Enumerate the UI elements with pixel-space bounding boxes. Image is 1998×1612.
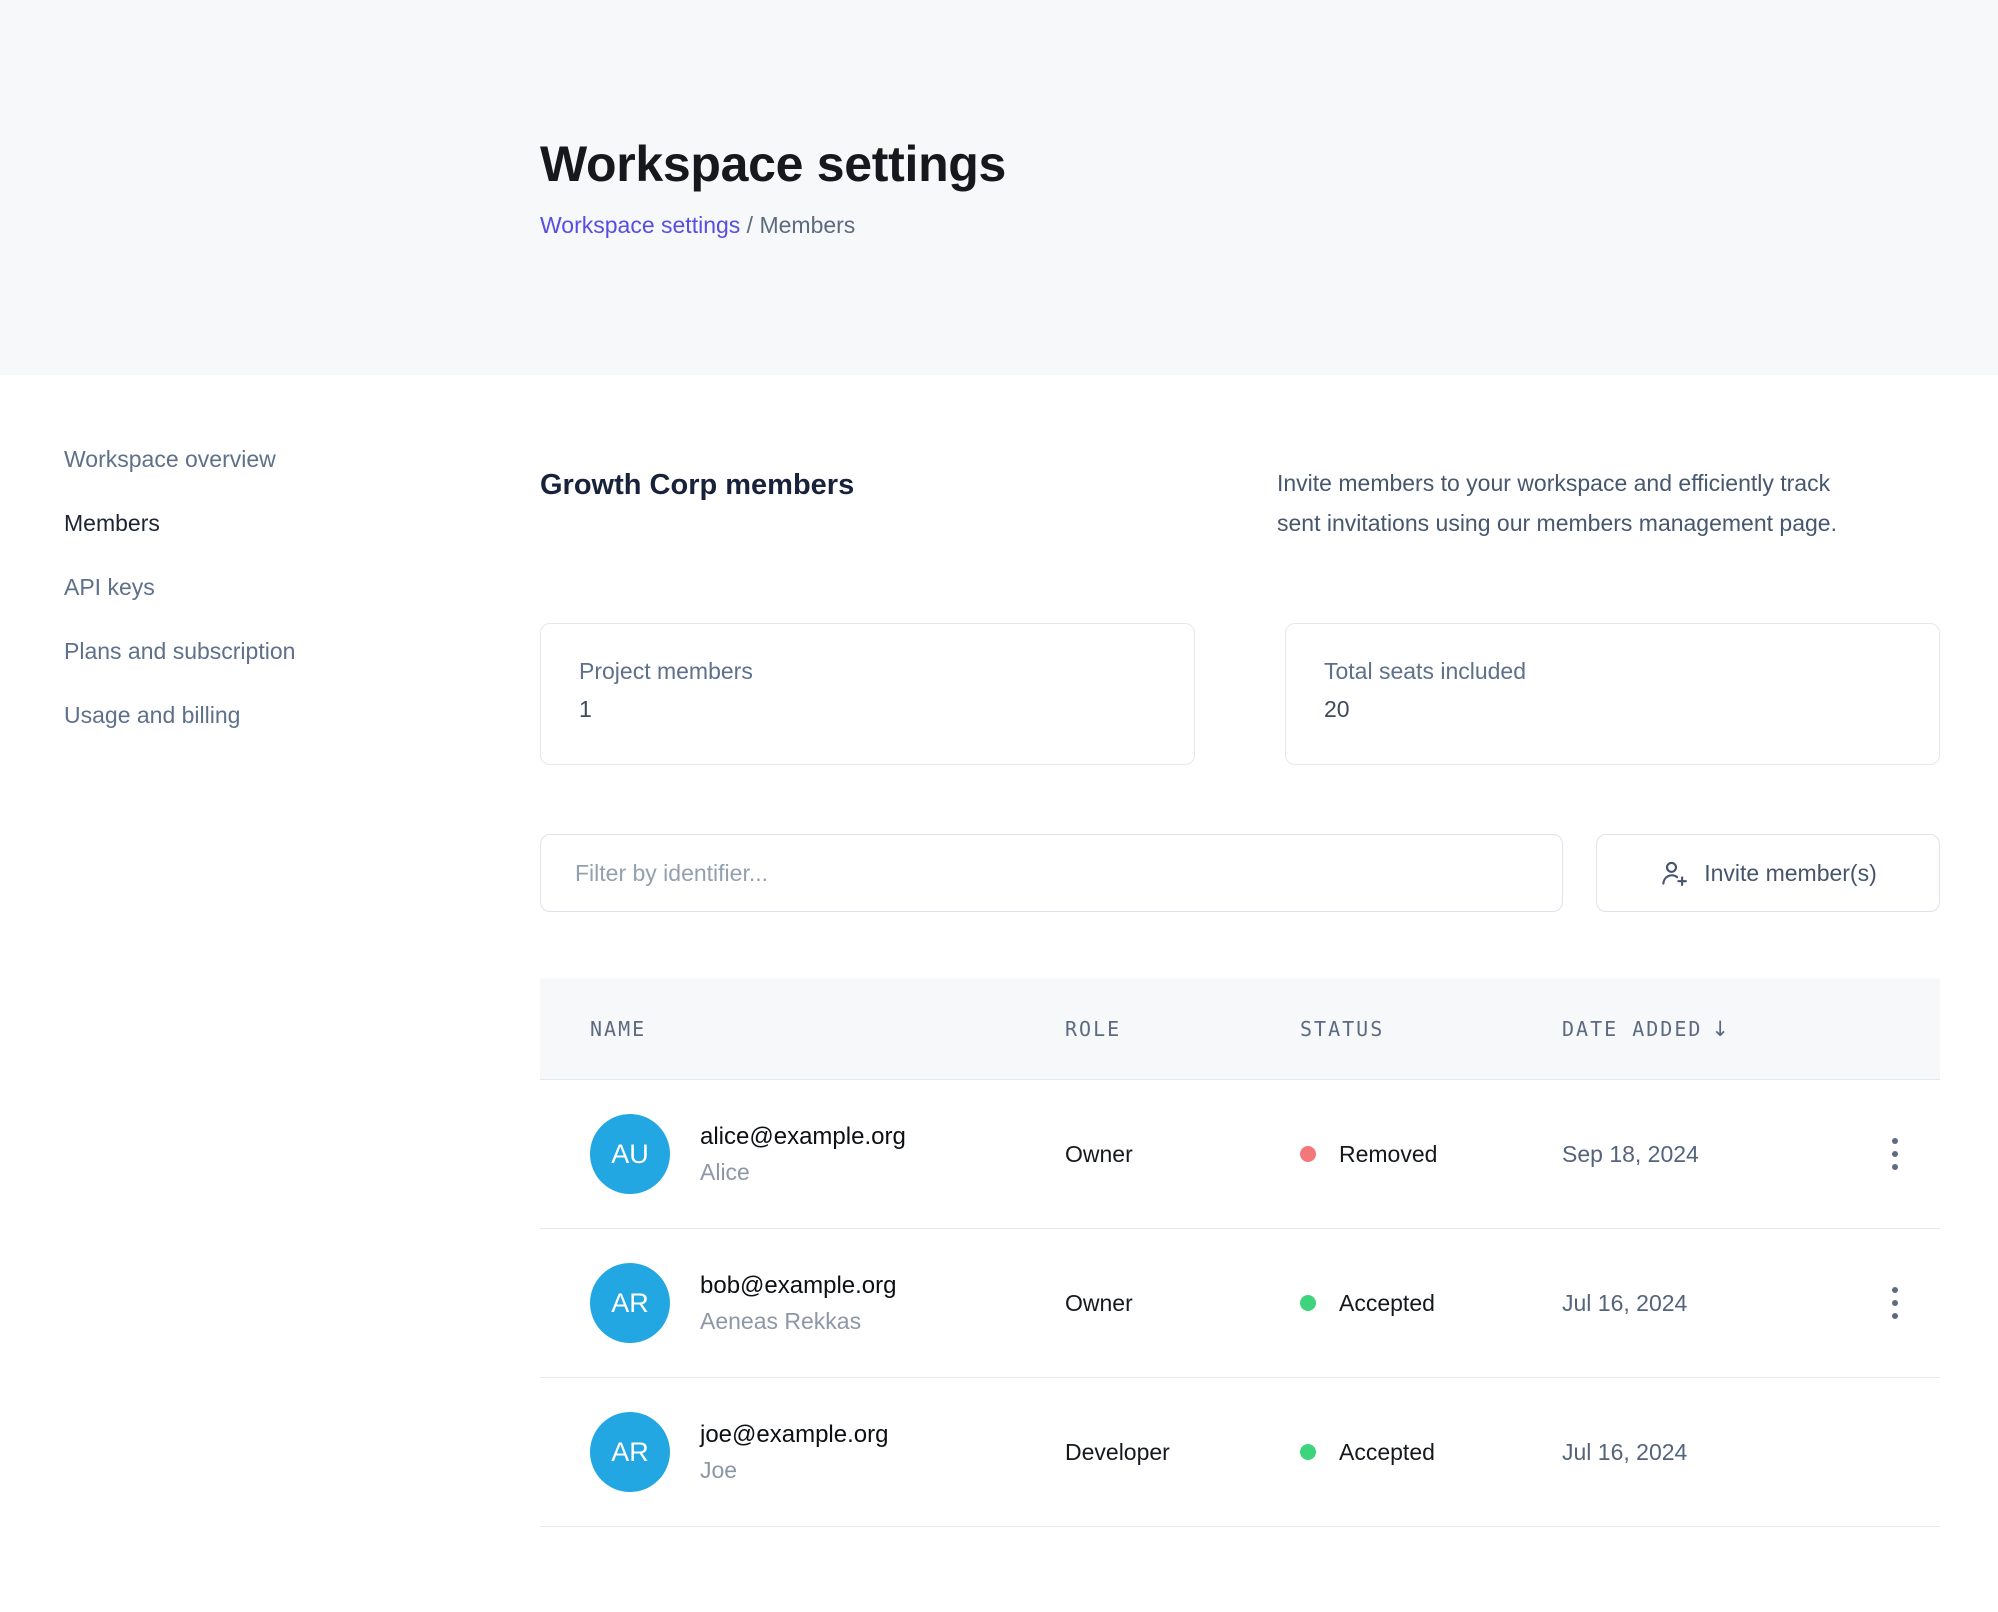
status-dot: [1300, 1146, 1316, 1162]
row-menu-button[interactable]: [1880, 1275, 1910, 1331]
member-role: Developer: [1065, 1439, 1300, 1466]
members-section: Growth Corp members Invite members to yo…: [540, 375, 1940, 1612]
member-email: joe@example.org: [700, 1421, 888, 1449]
column-header-name: NAME: [540, 1017, 1065, 1041]
sort-descending-icon: ↓: [1711, 1017, 1729, 1041]
status-dot: [1300, 1444, 1316, 1460]
member-id-block: joe@example.org Joe: [700, 1421, 888, 1484]
breadcrumb-link-workspace-settings[interactable]: Workspace settings: [540, 212, 740, 238]
avatar: AU: [590, 1114, 670, 1194]
user-plus-icon: [1659, 858, 1689, 888]
filter-input[interactable]: [540, 834, 1563, 912]
kebab-dot: [1892, 1313, 1898, 1319]
stat-cards: Project members 1 Total seats included 2…: [540, 623, 1940, 765]
status-label: Accepted: [1339, 1439, 1435, 1466]
column-header-status: STATUS: [1300, 1017, 1562, 1041]
avatar: AR: [590, 1263, 670, 1343]
table-row: AU alice@example.org Alice Owner Removed…: [540, 1080, 1940, 1229]
member-id-block: bob@example.org Aeneas Rekkas: [700, 1272, 896, 1335]
member-id-block: alice@example.org Alice: [700, 1123, 906, 1186]
member-identity-cell: AR bob@example.org Aeneas Rekkas: [540, 1263, 1065, 1343]
member-name: Aeneas Rekkas: [700, 1308, 896, 1335]
member-name: Joe: [700, 1457, 888, 1484]
stat-card: Project members 1: [540, 623, 1195, 765]
stat-card-value: 20: [1324, 696, 1901, 723]
table-header-row: NAME ROLE STATUS DATE ADDED↓: [540, 978, 1940, 1080]
status-label: Removed: [1339, 1141, 1437, 1168]
stat-card-value: 1: [579, 696, 1156, 723]
sidebar-item[interactable]: Usage and billing: [64, 683, 454, 747]
kebab-dot: [1892, 1151, 1898, 1157]
table-row: AR joe@example.org Joe Developer Accepte…: [540, 1378, 1940, 1527]
member-status: Removed: [1300, 1141, 1562, 1168]
member-status: Accepted: [1300, 1290, 1562, 1317]
row-actions-cell: [1850, 1424, 1940, 1480]
members-table: NAME ROLE STATUS DATE ADDED↓ AU alice@ex…: [540, 978, 1940, 1527]
page-title: Workspace settings: [540, 134, 1006, 194]
date-added: Jul 16, 2024: [1562, 1439, 1850, 1466]
member-role: Owner: [1065, 1141, 1300, 1168]
invite-button-label: Invite member(s): [1704, 860, 1877, 887]
date-added: Jul 16, 2024: [1562, 1290, 1850, 1317]
member-identity-cell: AR joe@example.org Joe: [540, 1412, 1065, 1492]
member-status: Accepted: [1300, 1439, 1562, 1466]
status-label: Accepted: [1339, 1290, 1435, 1317]
status-dot: [1300, 1295, 1316, 1311]
member-email: alice@example.org: [700, 1123, 906, 1151]
member-name: Alice: [700, 1159, 906, 1186]
kebab-dot: [1892, 1287, 1898, 1293]
settings-sidebar: Workspace overview Members API keys Plan…: [64, 427, 454, 747]
breadcrumb-separator: /: [740, 212, 759, 238]
kebab-dot: [1892, 1300, 1898, 1306]
breadcrumb: Workspace settings / Members: [540, 212, 855, 239]
column-header-date-added[interactable]: DATE ADDED↓: [1562, 1017, 1850, 1041]
column-header-role: ROLE: [1065, 1017, 1300, 1041]
stat-card: Total seats included 20: [1285, 623, 1940, 765]
table-row: AR bob@example.org Aeneas Rekkas Owner A…: [540, 1229, 1940, 1378]
avatar: AR: [590, 1412, 670, 1492]
date-added: Sep 18, 2024: [1562, 1141, 1850, 1168]
invite-members-button[interactable]: Invite member(s): [1596, 834, 1940, 912]
row-actions-cell: [1850, 1126, 1940, 1182]
member-email: bob@example.org: [700, 1272, 896, 1300]
kebab-dot: [1892, 1164, 1898, 1170]
sidebar-item[interactable]: Plans and subscription: [64, 619, 454, 683]
row-actions-cell: [1850, 1275, 1940, 1331]
breadcrumb-current: Members: [759, 212, 855, 238]
sidebar-item[interactable]: API keys: [64, 555, 454, 619]
row-menu-button[interactable]: [1880, 1126, 1910, 1182]
member-role: Owner: [1065, 1290, 1300, 1317]
stat-card-label: Project members: [579, 658, 1156, 685]
sidebar-item[interactable]: Members: [64, 491, 454, 555]
page-header-band: Workspace settings Workspace settings / …: [0, 0, 1998, 375]
stat-card-label: Total seats included: [1324, 658, 1901, 685]
section-description: Invite members to your workspace and eff…: [1277, 463, 1842, 543]
section-heading: Growth Corp members: [540, 469, 854, 502]
workspace-settings-page: Workspace settings Workspace settings / …: [0, 0, 1998, 1612]
sidebar-item[interactable]: Workspace overview: [64, 427, 454, 491]
kebab-dot: [1892, 1138, 1898, 1144]
member-identity-cell: AU alice@example.org Alice: [540, 1114, 1065, 1194]
